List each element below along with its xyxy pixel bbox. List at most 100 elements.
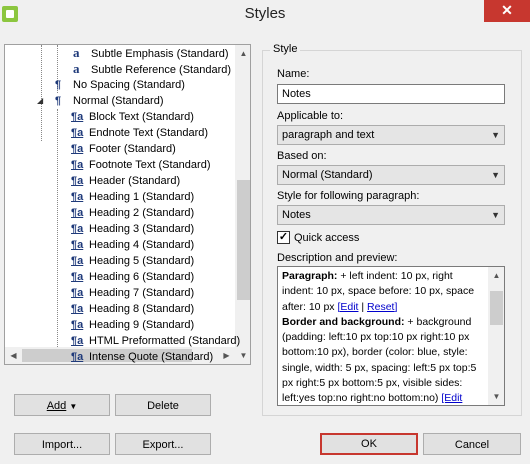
applicable-to-select[interactable]: paragraph and text ▼ [277, 125, 505, 145]
tree-item-label: Normal (Standard) [73, 95, 164, 107]
character-style-icon: a [73, 61, 80, 76]
tree-item[interactable]: ¶a Heading 3 (Standard) [71, 221, 194, 237]
tree-item-label: Subtle Reference (Standard) [91, 64, 232, 76]
quick-access-label: Quick access [294, 232, 360, 244]
tree-item[interactable]: ¶a Heading 2 (Standard) [71, 205, 194, 221]
paragraph-heading: Paragraph: [282, 270, 338, 282]
tree-item-label: Heading 7 (Standard) [89, 287, 195, 299]
tree-item-label: HTML Preformatted (Standard) [89, 335, 241, 347]
scroll-down-arrow-icon[interactable]: ▼ [488, 388, 504, 405]
tree-item-label: Heading 5 (Standard) [89, 255, 195, 267]
style-tree[interactable]: ▲ ▼ ◀ ▶ a Subtle Emphasis (Standard) a Subt… [4, 44, 251, 365]
tree-item-label: Header (Standard) [89, 175, 181, 187]
tree-vertical-scrollbar[interactable]: ▲ ▼ [235, 45, 250, 364]
tree-guide-line [41, 45, 42, 141]
tree-item-label: Heading 9 (Standard) [89, 319, 195, 331]
tree-item[interactable]: ¶a Heading 9 (Standard) [71, 317, 194, 333]
paragraph-style-icon: ¶ [55, 95, 62, 107]
character-style-icon: a [73, 45, 80, 60]
tree-item[interactable]: ¶a Heading 4 (Standard) [71, 237, 194, 253]
paragraph-style-icon: ¶a [71, 159, 84, 171]
scroll-left-arrow-icon[interactable]: ◀ [5, 347, 22, 364]
tree-item-label: No Spacing (Standard) [73, 79, 185, 91]
tree-item-label: Footnote Text (Standard) [89, 159, 211, 171]
export-button[interactable]: Export... [115, 433, 211, 455]
add-button-label: Add [46, 400, 67, 412]
tree-item[interactable]: ¶a Endnote Text (Standard) [71, 125, 208, 141]
tree-item[interactable]: a Subtle Emphasis (Standard) [73, 45, 229, 61]
tree-item[interactable]: ¶a Heading 1 (Standard) [71, 189, 194, 205]
edit-border-link[interactable]: [Edit [441, 392, 462, 404]
tree-item[interactable]: ¶a HTML Preformatted (Standard) [71, 333, 240, 349]
tree-item[interactable]: ¶a Heading 8 (Standard) [71, 301, 194, 317]
tree-item[interactable]: a Subtle Reference (Standard) [73, 61, 231, 77]
chevron-down-icon: ▼ [491, 130, 500, 140]
paragraph-style-icon: ¶a [71, 175, 84, 187]
paragraph-style-icon: ¶a [71, 319, 84, 331]
tree-item-label: Subtle Emphasis (Standard) [91, 48, 229, 60]
paragraph-style-icon: ¶a [71, 223, 84, 235]
quick-access-checkbox[interactable]: ✓ [277, 231, 290, 244]
ok-button[interactable]: OK [320, 433, 418, 455]
border-background-heading: Border and background: [282, 315, 405, 328]
tree-item[interactable]: ¶a Footnote Text (Standard) [71, 157, 210, 173]
tree-item[interactable]: ¶a Intense Quote (Standard) [71, 349, 213, 364]
tree-item-label: Endnote Text (Standard) [89, 127, 209, 139]
tree-item[interactable]: ¶ No Spacing (Standard) [55, 77, 185, 93]
scroll-up-arrow-icon[interactable]: ▲ [488, 267, 504, 284]
name-label: Name: [277, 68, 310, 80]
paragraph-style-icon: ¶ [55, 79, 62, 91]
based-on-select[interactable]: Normal (Standard) ▼ [277, 165, 505, 185]
description-preview[interactable]: Paragraph: + left indent: 10 px, right i… [277, 266, 505, 406]
collapse-arrow-icon[interactable]: ◢ [37, 96, 43, 105]
applicable-to-value: paragraph and text [282, 129, 375, 141]
window-title: Styles [244, 5, 286, 22]
link-separator: | [358, 300, 368, 313]
reset-paragraph-link[interactable]: Reset] [367, 301, 397, 313]
style-group-legend: Style [270, 43, 301, 55]
tree-item[interactable]: ¶a Heading 6 (Standard) [71, 269, 194, 285]
tree-item[interactable]: ¶a Block Text (Standard) [71, 109, 194, 125]
edit-paragraph-link[interactable]: [Edit [337, 301, 358, 313]
paragraph-style-icon: ¶a [71, 143, 84, 155]
scroll-down-arrow-icon[interactable]: ▼ [235, 347, 250, 364]
close-button[interactable]: ✕ [484, 0, 530, 22]
scroll-thumb[interactable] [237, 180, 250, 300]
paragraph-style-icon: ¶a [71, 335, 84, 347]
tree-item-label: Heading 1 (Standard) [89, 191, 195, 203]
scroll-thumb[interactable] [490, 291, 503, 325]
tree-item-label: Heading 6 (Standard) [89, 271, 195, 283]
name-field[interactable]: Notes [277, 84, 505, 104]
import-button[interactable]: Import... [14, 433, 110, 455]
paragraph-style-icon: ¶a [71, 127, 84, 139]
applicable-to-label: Applicable to: [277, 110, 344, 122]
tree-guide-line [57, 109, 58, 349]
tree-item-label: Heading 4 (Standard) [89, 239, 195, 251]
based-on-label: Based on: [277, 150, 327, 162]
paragraph-style-icon: ¶a [71, 111, 84, 123]
paragraph-style-icon: ¶a [71, 239, 84, 251]
based-on-value: Normal (Standard) [282, 169, 373, 181]
description-label: Description and preview: [277, 252, 398, 264]
add-button[interactable]: Add ▼ [14, 394, 110, 416]
tree-item[interactable]: ¶a Heading 7 (Standard) [71, 285, 194, 301]
following-style-label: Style for following paragraph: [277, 190, 420, 202]
tree-item[interactable]: ¶a Heading 5 (Standard) [71, 253, 194, 269]
following-style-select[interactable]: Notes ▼ [277, 205, 505, 225]
tree-item[interactable]: ¶a Footer (Standard) [71, 141, 176, 157]
tree-item-label: Block Text (Standard) [89, 111, 194, 123]
description-scrollbar[interactable]: ▲ ▼ [488, 267, 504, 405]
tree-item-label: Heading 2 (Standard) [89, 207, 195, 219]
cancel-button[interactable]: Cancel [423, 433, 521, 455]
tree-item-label: Heading 8 (Standard) [89, 303, 195, 315]
tree-item[interactable]: ¶ Normal (Standard) [55, 93, 163, 109]
scroll-right-arrow-icon[interactable]: ▶ [218, 347, 235, 364]
paragraph-style-icon: ¶a [71, 255, 84, 267]
tree-item[interactable]: ¶a Header (Standard) [71, 173, 180, 189]
chevron-down-icon: ▼ [491, 170, 500, 180]
scroll-up-arrow-icon[interactable]: ▲ [235, 45, 250, 62]
delete-button[interactable]: Delete [115, 394, 211, 416]
tree-item-label: Heading 3 (Standard) [89, 223, 195, 235]
title-bar: Styles ✕ [0, 0, 530, 30]
paragraph-style-icon: ¶a [71, 271, 84, 283]
